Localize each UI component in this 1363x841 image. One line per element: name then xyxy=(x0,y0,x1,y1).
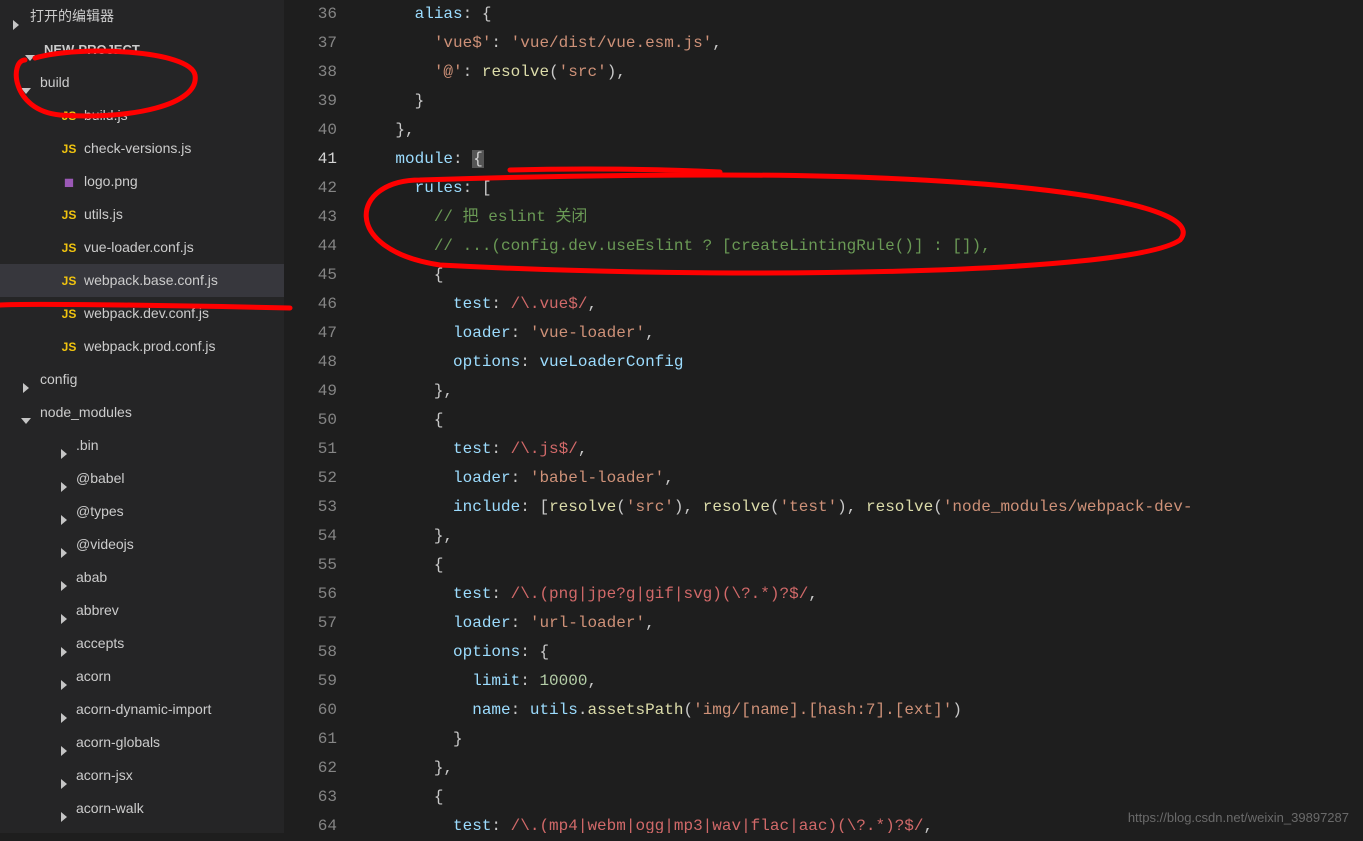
folder-node-modules[interactable]: node_modules xyxy=(0,396,284,429)
file-icon: JS xyxy=(58,331,80,364)
file-item[interactable]: JSbuild.js xyxy=(0,99,284,132)
file-item[interactable]: JScheck-versions.js xyxy=(0,132,284,165)
file-name: logo.png xyxy=(84,173,138,189)
open-editors-section[interactable]: 打开的编辑器 xyxy=(0,0,284,33)
project-name: NEW-PROJECT xyxy=(44,42,140,57)
chevron-right-icon xyxy=(58,571,70,583)
folder-label: node_modules xyxy=(40,404,132,420)
chevron-down-icon xyxy=(20,76,32,88)
file-icon: JS xyxy=(58,232,80,265)
file-icon: ◼ xyxy=(58,166,80,199)
folder-name: acorn-jsx xyxy=(76,767,133,783)
folder-name: .bin xyxy=(76,437,99,453)
file-icon: JS xyxy=(58,199,80,232)
file-icon: JS xyxy=(58,265,80,298)
file-name: vue-loader.conf.js xyxy=(84,239,194,255)
file-item[interactable]: JSwebpack.prod.conf.js xyxy=(0,330,284,363)
file-item[interactable]: ◼logo.png xyxy=(0,165,284,198)
chevron-right-icon xyxy=(58,670,70,682)
folder-item[interactable]: @babel xyxy=(0,462,284,495)
chevron-right-icon xyxy=(58,505,70,517)
folder-item[interactable]: accepts xyxy=(0,627,284,660)
folder-name: acorn-dynamic-import xyxy=(76,701,211,717)
chevron-right-icon xyxy=(58,637,70,649)
folder-config[interactable]: config xyxy=(0,363,284,396)
folder-name: abab xyxy=(76,569,107,585)
file-item[interactable]: JSutils.js xyxy=(0,198,284,231)
chevron-down-icon xyxy=(20,406,32,418)
folder-item[interactable]: @videojs xyxy=(0,528,284,561)
file-name: webpack.base.conf.js xyxy=(84,272,218,288)
chevron-right-icon xyxy=(20,373,32,385)
folder-label: config xyxy=(40,371,77,387)
chevron-right-icon xyxy=(58,439,70,451)
folder-name: @types xyxy=(76,503,124,519)
folder-item[interactable]: @types xyxy=(0,495,284,528)
folder-item[interactable]: acorn xyxy=(0,660,284,693)
watermark-text: https://blog.csdn.net/weixin_39897287 xyxy=(1128,810,1349,825)
line-number-gutter: 3637383940414243444546474849505152535455… xyxy=(285,0,357,833)
folder-name: acorn-walk xyxy=(76,800,144,816)
chevron-right-icon xyxy=(58,472,70,484)
file-icon: JS xyxy=(58,100,80,133)
folder-label: build xyxy=(40,74,70,90)
file-name: build.js xyxy=(84,107,128,123)
folder-item[interactable]: acorn-globals xyxy=(0,726,284,759)
folder-name: acorn-globals xyxy=(76,734,160,750)
file-item[interactable]: JSwebpack.base.conf.js xyxy=(0,264,284,297)
explorer-sidebar: 打开的编辑器 NEW-PROJECT build JSbuild.jsJSche… xyxy=(0,0,285,833)
folder-name: @babel xyxy=(76,470,124,486)
folder-item[interactable]: .bin xyxy=(0,429,284,462)
project-root[interactable]: NEW-PROJECT xyxy=(0,33,284,66)
chevron-right-icon xyxy=(58,802,70,814)
chevron-right-icon xyxy=(58,769,70,781)
folder-item[interactable]: acorn-jsx xyxy=(0,759,284,792)
code-editor[interactable]: 3637383940414243444546474849505152535455… xyxy=(285,0,1363,833)
folder-build[interactable]: build xyxy=(0,66,284,99)
file-icon: JS xyxy=(58,298,80,331)
file-name: utils.js xyxy=(84,206,123,222)
file-item[interactable]: JSwebpack.dev.conf.js xyxy=(0,297,284,330)
folder-name: acorn xyxy=(76,668,111,684)
file-icon: JS xyxy=(58,133,80,166)
chevron-right-icon xyxy=(58,538,70,550)
open-editors-label: 打开的编辑器 xyxy=(30,8,114,24)
folder-name: @videojs xyxy=(76,536,134,552)
file-name: webpack.prod.conf.js xyxy=(84,338,216,354)
file-name: check-versions.js xyxy=(84,140,191,156)
folder-item[interactable]: acorn-walk xyxy=(0,792,284,825)
file-name: webpack.dev.conf.js xyxy=(84,305,209,321)
folder-item[interactable]: abbrev xyxy=(0,594,284,627)
folder-name: abbrev xyxy=(76,602,119,618)
folder-item[interactable]: acorn-dynamic-import xyxy=(0,693,284,726)
code-content[interactable]: alias: { 'vue$': 'vue/dist/vue.esm.js', … xyxy=(357,0,1363,833)
chevron-right-icon xyxy=(58,703,70,715)
file-item[interactable]: JSvue-loader.conf.js xyxy=(0,231,284,264)
chevron-right-icon xyxy=(58,604,70,616)
folder-item[interactable]: abab xyxy=(0,561,284,594)
chevron-right-icon xyxy=(58,736,70,748)
folder-name: accepts xyxy=(76,635,124,651)
